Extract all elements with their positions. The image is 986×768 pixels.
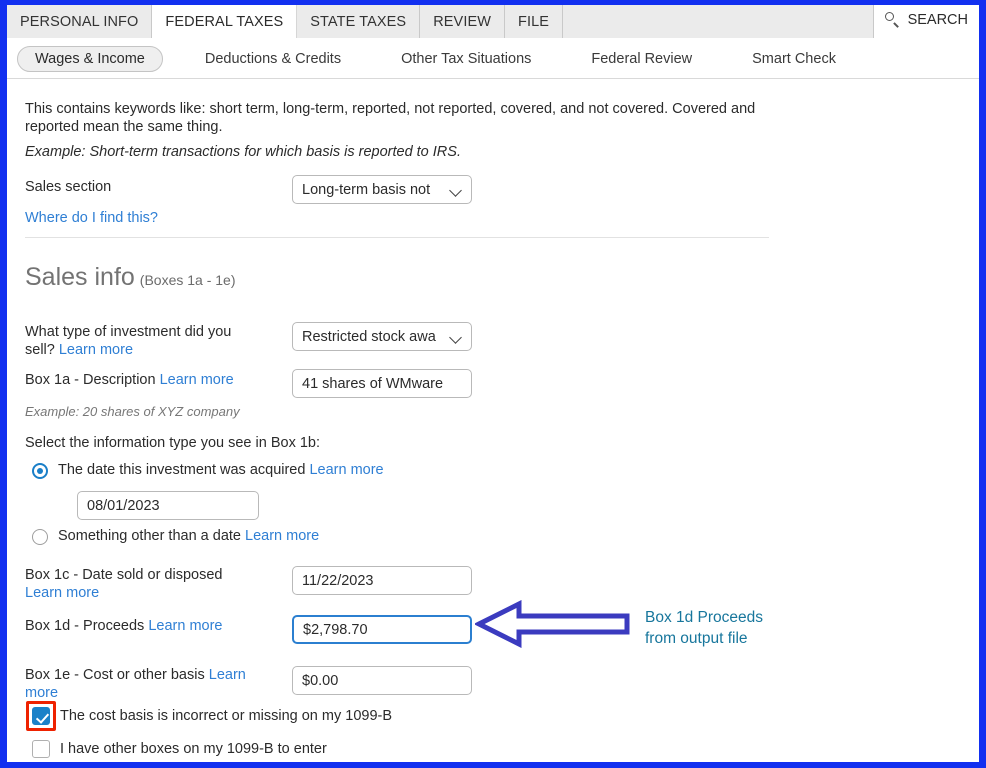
tab-federal-taxes[interactable]: FEDERAL TAXES	[152, 5, 298, 38]
radio-something-other-learn-more-link[interactable]: Learn more	[245, 528, 319, 544]
sales-section-label: Sales section	[25, 179, 112, 195]
investment-type-dropdown[interactable]: Restricted stock awa	[292, 322, 472, 351]
sales-section-dropdown-value: Long-term basis not	[302, 181, 431, 198]
tab-review[interactable]: REVIEW	[420, 5, 506, 38]
box-1d-proceeds-value: $2,798.70	[303, 621, 368, 638]
tab-state-taxes-label: STATE TAXES	[310, 13, 407, 30]
box-1d-label-text: Box 1d - Proceeds	[25, 618, 145, 634]
subtab-wages-and-income-label: Wages & Income	[35, 50, 145, 67]
box-1c-label-text: Box 1c - Date sold or disposed	[25, 567, 223, 583]
subtab-federal-review-label: Federal Review	[591, 50, 693, 67]
chevron-down-icon	[450, 183, 463, 196]
investment-type-learn-more-link[interactable]: Learn more	[59, 342, 133, 358]
primary-tab-strip: PERSONAL INFO FEDERAL TAXES STATE TAXES …	[7, 5, 875, 38]
tab-personal-info-label: PERSONAL INFO	[20, 13, 139, 30]
radio-date-acquired[interactable]	[32, 463, 48, 479]
subtab-wages-and-income[interactable]: Wages & Income	[17, 45, 163, 72]
tab-file-label: FILE	[518, 13, 550, 30]
box-1a-label: Box 1a - Description Learn more	[25, 372, 234, 390]
subtab-federal-review[interactable]: Federal Review	[573, 46, 710, 72]
primary-tab-bar: PERSONAL INFO FEDERAL TAXES STATE TAXES …	[7, 5, 979, 39]
intro-paragraph: This contains keywords like: short term,…	[25, 101, 756, 136]
radio-date-acquired-label-text: The date this investment was acquired	[58, 462, 306, 478]
checkbox-cost-basis-incorrect[interactable]	[32, 707, 50, 725]
checkbox-other-boxes[interactable]	[32, 740, 50, 758]
sales-info-heading-sub: (Boxes 1a - 1e)	[139, 272, 236, 288]
subtab-other-tax-situations[interactable]: Other Tax Situations	[383, 46, 549, 72]
box-1c-date-sold-value: 11/22/2023	[302, 572, 374, 589]
subtab-deductions-and-credits[interactable]: Deductions & Credits	[187, 46, 359, 72]
radio-date-acquired-learn-more-link[interactable]: Learn more	[309, 462, 383, 478]
box-1d-learn-more-link[interactable]: Learn more	[148, 618, 222, 634]
date-acquired-value: 08/01/2023	[87, 497, 160, 514]
tab-personal-info[interactable]: PERSONAL INFO	[7, 5, 153, 38]
where-do-i-find-this-link[interactable]: Where do I find this?	[25, 210, 158, 226]
subtab-smart-check-label: Smart Check	[752, 50, 836, 67]
radio-date-acquired-label: The date this investment was acquired Le…	[58, 462, 384, 480]
box-1e-cost-basis-input[interactable]: $0.00	[292, 666, 472, 695]
sales-info-heading: Sales info (Boxes 1a - 1e)	[25, 263, 236, 292]
box-1a-label-text: Box 1a - Description	[25, 372, 156, 388]
section-divider	[25, 237, 769, 238]
tab-state-taxes[interactable]: STATE TAXES	[297, 5, 421, 38]
radio-something-other-than-date-label: Something other than a date Learn more	[58, 528, 319, 546]
box-1c-date-sold-input[interactable]: 11/22/2023	[292, 566, 472, 595]
intro-example: Example: Short-term transactions for whi…	[25, 144, 461, 160]
form-content-area: This contains keywords like: short term,…	[7, 79, 979, 762]
investment-type-label-line1: What type of investment did you	[25, 324, 232, 340]
radio-something-other-label-text: Something other than a date	[58, 528, 241, 544]
investment-type-label-line2: sell?	[25, 341, 55, 358]
tab-file[interactable]: FILE	[505, 5, 564, 38]
box-1e-label-text: Box 1e - Cost or other basis	[25, 667, 205, 683]
tab-review-label: REVIEW	[433, 13, 492, 30]
subtab-other-tax-situations-label: Other Tax Situations	[401, 50, 532, 67]
box-1a-learn-more-link[interactable]: Learn more	[160, 372, 234, 388]
radio-something-other-than-date[interactable]	[32, 529, 48, 545]
date-acquired-input[interactable]: 08/01/2023	[77, 491, 259, 520]
annotation-text: Box 1d Proceeds from output file	[645, 609, 764, 647]
search-label: SEARCH	[907, 12, 968, 28]
chevron-down-icon	[450, 330, 463, 343]
investment-type-label: What type of investment did you sell? Le…	[25, 324, 275, 359]
sales-info-heading-text: Sales info	[25, 263, 135, 291]
annotation-arrow-icon	[475, 600, 630, 648]
box-1e-learn-more-link-part1[interactable]: Learn	[209, 667, 246, 683]
box-1c-label: Box 1c - Date sold or disposed Learn mor…	[25, 567, 275, 602]
search-button[interactable]: SEARCH	[883, 10, 970, 30]
box-1a-description-input[interactable]: 41 shares of WMware	[292, 369, 472, 398]
subtab-smart-check[interactable]: Smart Check	[734, 46, 854, 72]
box-1c-learn-more-link[interactable]: Learn more	[25, 585, 99, 601]
investment-type-dropdown-value: Restricted stock awa	[302, 328, 436, 345]
box-1b-prompt: Select the information type you see in B…	[25, 435, 321, 451]
secondary-tab-bar: Wages & Income Deductions & Credits Othe…	[7, 39, 979, 79]
subtab-deductions-and-credits-label: Deductions & Credits	[204, 50, 342, 67]
box-1d-label: Box 1d - Proceeds Learn more	[25, 618, 222, 636]
box-1a-description-value: 41 shares of WMware	[302, 375, 444, 392]
sales-section-dropdown[interactable]: Long-term basis not	[292, 175, 472, 204]
checkbox-cost-basis-incorrect-label: The cost basis is incorrect or missing o…	[60, 708, 393, 724]
box-1d-proceeds-input[interactable]: $2,798.70	[292, 615, 472, 644]
application-window: PERSONAL INFO FEDERAL TAXES STATE TAXES …	[0, 0, 986, 768]
box-1e-label: Box 1e - Cost or other basis Learn more	[25, 667, 277, 702]
box-1e-cost-basis-value: $0.00	[302, 672, 339, 689]
search-icon	[884, 12, 901, 28]
tab-bar-filler	[563, 5, 875, 38]
box-1e-learn-more-link-part2[interactable]: more	[25, 685, 58, 701]
checkbox-other-boxes-label: I have other boxes on my 1099-B to enter	[60, 741, 327, 757]
tab-federal-taxes-label: FEDERAL TAXES	[165, 13, 284, 30]
box-1a-hint: Example: 20 shares of XYZ company	[25, 404, 240, 419]
